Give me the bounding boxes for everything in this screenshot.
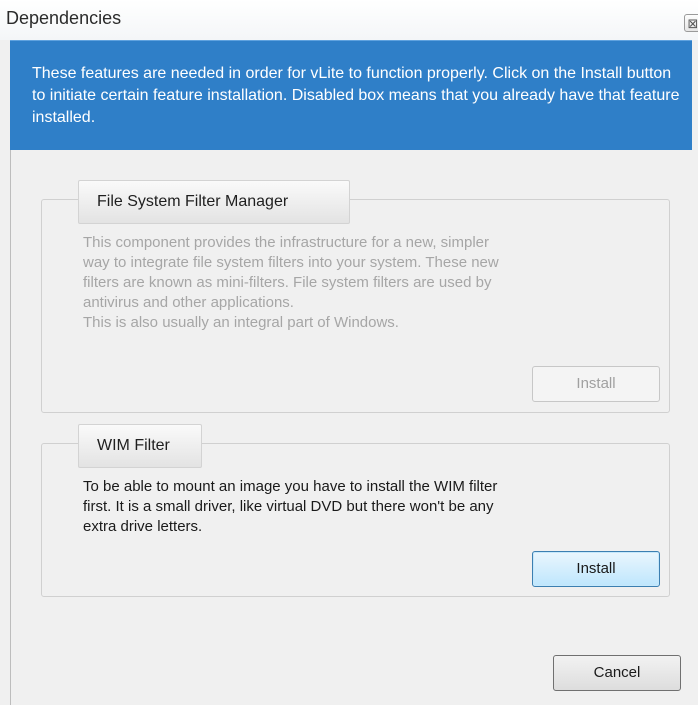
description-line: way to integrate file system filters int… bbox=[83, 254, 499, 271]
description-line: This component provides the infrastructu… bbox=[83, 234, 490, 251]
description-line: extra drive letters. bbox=[83, 518, 203, 535]
description-line: antivirus and other applications. bbox=[83, 294, 294, 311]
group-header-wim-filter: WIM Filter bbox=[78, 424, 202, 468]
description-line: first. It is a small driver, like virtua… bbox=[83, 498, 494, 515]
description-line: To be able to mount an image you have to… bbox=[83, 478, 498, 495]
install-button-wim-filter[interactable]: Install bbox=[532, 551, 660, 587]
close-button[interactable]: ⊠ bbox=[684, 14, 698, 32]
cancel-button[interactable]: Cancel bbox=[553, 655, 681, 691]
feature-description-file-system-filter-manager: This component provides the infrastructu… bbox=[83, 233, 653, 333]
info-banner: These features are needed in order for v… bbox=[10, 40, 692, 150]
banner-text: These features are needed in order for v… bbox=[32, 65, 680, 126]
title-bar: Dependencies ⊠ bbox=[0, 0, 698, 40]
window-title: Dependencies bbox=[6, 8, 122, 28]
dependencies-dialog: Dependencies ⊠ These features are needed… bbox=[0, 0, 698, 705]
description-line: filters are known as mini-filters. File … bbox=[83, 274, 492, 291]
install-button-file-system-filter-manager[interactable]: Install bbox=[532, 366, 660, 402]
feature-description-wim-filter: To be able to mount an image you have to… bbox=[83, 477, 653, 537]
description-line: This is also usually an integral part of… bbox=[83, 314, 399, 331]
group-header-file-system-filter-manager: File System Filter Manager bbox=[78, 180, 350, 224]
